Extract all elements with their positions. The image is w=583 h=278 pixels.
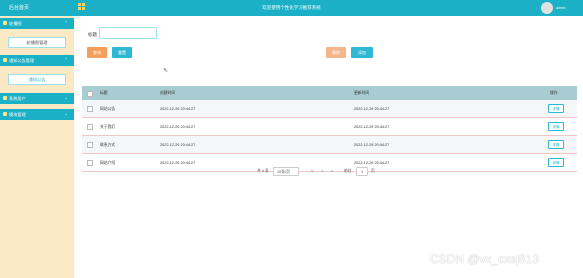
header-action: 操作: [550, 91, 558, 95]
sidebar: 轮播图 ⌃ 轮播图管理 通知公告管理 ⌃ 通知公告 系统用户 ⌄ 模块管理 ⌄: [0, 16, 74, 278]
row-title: 网站公告: [100, 107, 116, 111]
watermark: CSDN @vx_cxsj813: [430, 252, 539, 266]
detail-button[interactable]: 详情: [548, 122, 564, 131]
sidebar-item-carousel-manage[interactable]: 轮播图管理: [8, 37, 66, 48]
row-checkbox[interactable]: [87, 124, 93, 130]
sidebar-group-users[interactable]: 系统用户 ⌄: [0, 93, 74, 104]
username[interactable]: admin: [556, 6, 566, 10]
main-content: 标题 查询 重置 删除 添加 ⇖ 标题 创建时间 更新时间 操作 网站公告 20…: [74, 16, 583, 278]
table-row[interactable]: 网站公告 2022-12-29 20:44:27 2022-12-29 20:4…: [82, 100, 577, 118]
mouse-cursor-icon: ⇖: [163, 68, 169, 74]
page-title: 欢迎使用个性化学习推荐系统: [262, 5, 321, 10]
row-checkbox[interactable]: [87, 160, 93, 166]
row-checkbox[interactable]: [87, 106, 93, 112]
page-unit-label: 页: [371, 169, 375, 173]
add-button[interactable]: 添加: [351, 47, 373, 58]
search-button[interactable]: 查询: [87, 47, 107, 58]
row-updated: 2022-12-29 20:44:27: [354, 107, 390, 111]
chevron-up-icon: ⌃: [64, 20, 68, 25]
reset-button[interactable]: 重置: [112, 47, 132, 58]
search-input[interactable]: [99, 27, 157, 39]
row-checkbox[interactable]: [87, 142, 93, 148]
detail-button[interactable]: 详情: [548, 140, 564, 149]
chevron-down-icon: ⌄: [64, 111, 68, 116]
sidebar-group-label: 轮播图: [9, 21, 22, 26]
pager-total: 共 4 条: [257, 169, 269, 173]
select-all-checkbox[interactable]: [87, 91, 93, 97]
chevron-up-icon: ⌃: [64, 57, 68, 62]
detail-button[interactable]: 详情: [548, 104, 564, 113]
avatar[interactable]: [541, 2, 553, 14]
row-updated: 2022-12-29 20:44:27: [354, 161, 390, 165]
row-title: 网站介绍: [100, 161, 116, 165]
header-created: 创建时间: [160, 91, 176, 95]
sidebar-group-modules[interactable]: 模块管理 ⌄: [0, 109, 74, 120]
page-size-value: 10条/页: [277, 170, 290, 174]
page-size-select[interactable]: 10条/页: [273, 167, 299, 176]
table-row[interactable]: 网站介绍 2022-12-29 20:44:27 2022-12-29 20:4…: [82, 154, 577, 172]
next-page-button[interactable]: >: [331, 169, 333, 173]
table-row[interactable]: 关于我们 2022-12-29 20:44:27 2022-12-29 20:4…: [82, 118, 577, 136]
sidebar-group-label: 系统用户: [9, 96, 26, 101]
row-title: 联系方式: [100, 143, 116, 147]
sidebar-group-carousel[interactable]: 轮播图 ⌃: [0, 18, 74, 29]
row-title: 关于我们: [100, 125, 116, 129]
table-header: 标题 创建时间 更新时间 操作: [82, 86, 577, 100]
row-updated: 2022-12-29 20:44:27: [354, 143, 390, 147]
goto-label: 前往: [344, 169, 352, 173]
row-created: 2022-12-29 20:44:27: [160, 107, 196, 111]
sidebar-group-notice[interactable]: 通知公告管理 ⌃: [0, 55, 74, 66]
sidebar-group-label: 模块管理: [9, 112, 26, 117]
folder-icon: [3, 112, 7, 116]
row-created: 2022-12-29 20:44:27: [160, 143, 196, 147]
goto-input[interactable]: 1: [356, 167, 368, 176]
top-bar: 后台首页 欢迎使用个性化学习推荐系统 admin: [0, 0, 583, 16]
search-label: 标题: [88, 32, 97, 37]
row-created: 2022-12-29 20:44:27: [160, 161, 196, 165]
chevron-down-icon: ⌄: [64, 95, 68, 100]
sidebar-item-notice[interactable]: 通知公告: [8, 74, 66, 85]
row-updated: 2022-12-29 20:44:27: [354, 125, 390, 129]
row-created: 2022-12-29 20:44:27: [160, 125, 196, 129]
current-page[interactable]: 1: [321, 169, 323, 173]
detail-button[interactable]: 详情: [548, 158, 564, 167]
prev-page-button[interactable]: <: [311, 169, 313, 173]
goto-value: 1: [361, 170, 364, 174]
folder-icon: [3, 58, 7, 62]
header-updated: 更新时间: [354, 91, 370, 95]
folder-icon: [3, 96, 7, 100]
delete-button[interactable]: 删除: [326, 47, 346, 58]
header-title: 标题: [100, 91, 108, 95]
sidebar-group-label: 通知公告管理: [9, 58, 35, 63]
table-row[interactable]: 联系方式 2022-12-29 20:44:27 2022-12-29 20:4…: [82, 136, 577, 154]
folder-icon: [3, 21, 7, 25]
